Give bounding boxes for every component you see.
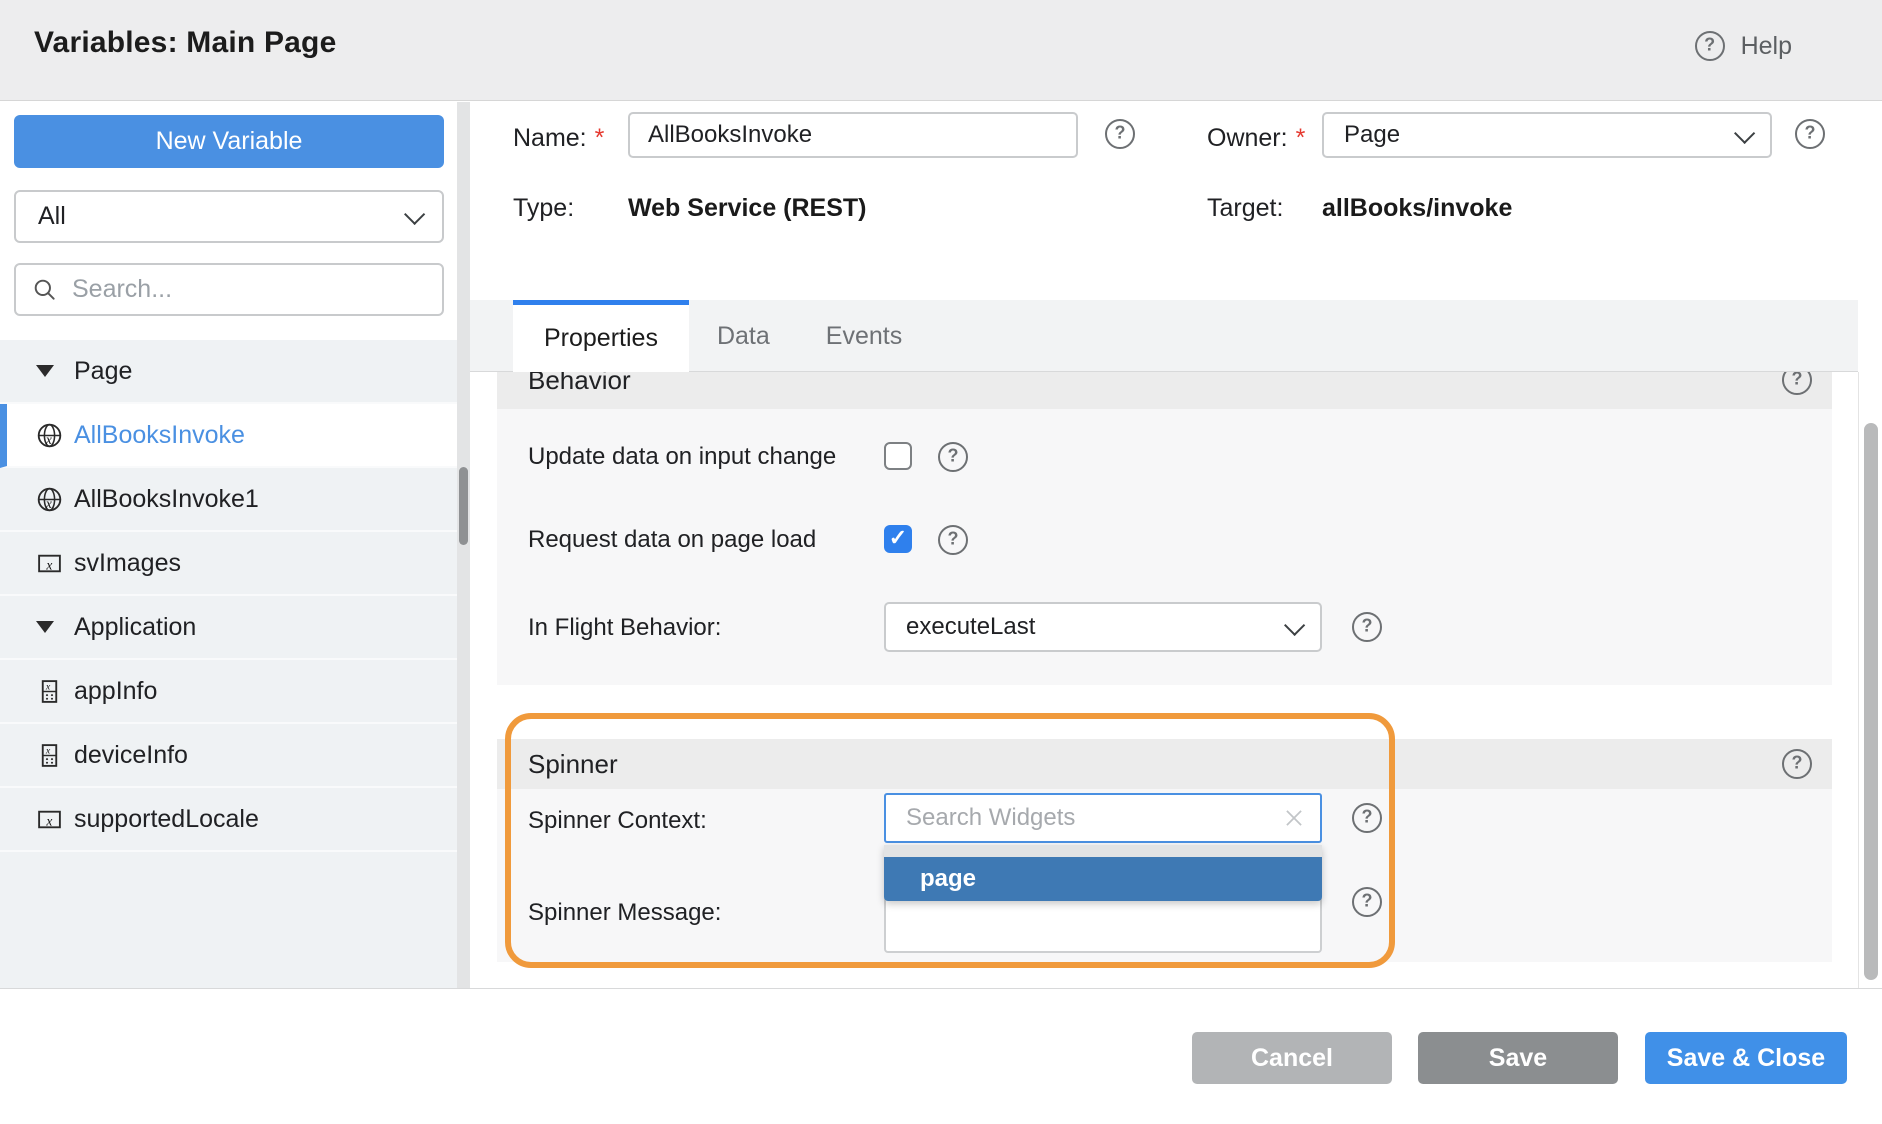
search-icon	[32, 277, 58, 303]
owner-select[interactable]: Page	[1322, 112, 1772, 158]
required-asterisk: *	[1296, 124, 1306, 152]
name-input[interactable]	[628, 112, 1078, 158]
new-variable-button[interactable]: New Variable	[14, 115, 444, 168]
in-flight-behavior-help-icon[interactable]	[1352, 612, 1382, 642]
triangle-down-icon	[36, 621, 54, 633]
tab-events[interactable]: Events	[798, 300, 930, 372]
static-variable-icon: x	[36, 550, 74, 577]
svg-text:x: x	[45, 495, 52, 510]
chevron-down-icon	[1734, 122, 1755, 143]
behavior-section-header: Behavior	[497, 372, 1832, 409]
dialog-header: Variables: Main Page Help	[0, 0, 1882, 101]
behavior-section-title: Behavior	[497, 372, 1832, 409]
tree-item-supportedlocale[interactable]: x supportedLocale	[0, 788, 457, 852]
svg-text:x: x	[45, 557, 52, 572]
spinner-section-header: Spinner	[497, 739, 1832, 789]
spinner-context-help-icon[interactable]	[1352, 803, 1382, 833]
request-on-load-help-icon[interactable]	[938, 525, 968, 555]
in-flight-behavior-select[interactable]: executeLast	[884, 602, 1322, 652]
sidebar-scrollbar[interactable]	[457, 102, 470, 988]
svg-text:x: x	[45, 745, 51, 756]
name-help-icon[interactable]	[1105, 119, 1135, 149]
sidebar-scrollbar-thumb[interactable]	[459, 467, 468, 545]
svg-text:x: x	[45, 431, 52, 446]
help-icon	[1695, 31, 1725, 61]
tree-group-page[interactable]: Page	[0, 340, 457, 404]
cancel-button[interactable]: Cancel	[1192, 1032, 1392, 1084]
spinner-context-input[interactable]	[904, 803, 1282, 833]
app-variable-icon: x	[36, 678, 74, 705]
target-value: allBooks/invoke	[1322, 194, 1512, 223]
tree-item-appinfo[interactable]: x appInfo	[0, 660, 457, 724]
svg-text:x: x	[45, 681, 51, 692]
tab-data[interactable]: Data	[689, 300, 798, 372]
spinner-context-label: Spinner Context:	[528, 807, 707, 835]
variable-tree: Page x AllBooksInvoke x AllBooksInvoke1 …	[0, 340, 457, 988]
svg-text:x: x	[45, 813, 52, 828]
tree-item-allbooksinvoke[interactable]: x AllBooksInvoke	[0, 404, 457, 468]
spinner-message-help-icon[interactable]	[1352, 887, 1382, 917]
tab-properties[interactable]: Properties	[513, 300, 689, 372]
spinner-section-title: Spinner	[497, 739, 1832, 789]
spinner-message-input[interactable]	[884, 895, 1322, 953]
update-on-input-checkbox[interactable]	[884, 442, 912, 470]
in-flight-behavior-value: executeLast	[906, 613, 1285, 641]
request-on-load-label: Request data on page load	[528, 526, 816, 554]
triangle-down-icon	[36, 365, 54, 377]
update-on-input-label: Update data on input change	[528, 443, 836, 471]
required-asterisk: *	[595, 124, 605, 152]
behavior-section-body: Update data on input change Request data…	[497, 409, 1832, 685]
search-input[interactable]	[70, 274, 426, 305]
save-and-close-button[interactable]: Save & Close	[1645, 1032, 1847, 1084]
variables-sidebar: New Variable All Page x AllBooksInvoke x…	[0, 102, 457, 988]
clear-icon[interactable]	[1282, 806, 1306, 830]
page-title: Variables: Main Page	[34, 26, 336, 60]
spinner-context-dropdown: page	[884, 845, 1322, 901]
tree-item-deviceinfo[interactable]: x deviceInfo	[0, 724, 457, 788]
editor-tabs: Properties Data Events	[470, 300, 1858, 372]
type-value: Web Service (REST)	[628, 194, 867, 223]
save-button[interactable]: Save	[1418, 1032, 1618, 1084]
behavior-section: Behavior Update data on input change Req…	[497, 372, 1832, 685]
variable-search	[14, 263, 444, 316]
properties-content: Behavior Update data on input change Req…	[470, 372, 1858, 988]
help-label: Help	[1741, 32, 1792, 61]
main-scrollbar-thumb[interactable]	[1864, 423, 1878, 980]
main-scrollbar[interactable]	[1858, 372, 1882, 988]
spinner-section: Spinner Spinner Context: page Spinner Me…	[497, 739, 1832, 962]
help-button[interactable]: Help	[1695, 31, 1792, 61]
dialog-footer: Cancel Save Save & Close	[0, 989, 1882, 1124]
tree-group-application[interactable]: Application	[0, 596, 457, 660]
app-variable-icon: x	[36, 742, 74, 769]
dropdown-option-page[interactable]: page	[884, 857, 1322, 901]
spinner-message-label: Spinner Message:	[528, 899, 721, 927]
spinner-help-icon[interactable]	[1782, 749, 1812, 779]
in-flight-behavior-label: In Flight Behavior:	[528, 614, 721, 642]
web-service-variable-icon: x	[36, 486, 74, 513]
web-service-variable-icon: x	[36, 422, 74, 449]
name-label: Name:*	[513, 124, 604, 153]
tree-item-allbooksinvoke1[interactable]: x AllBooksInvoke1	[0, 468, 457, 532]
spinner-context-combobox	[884, 793, 1322, 843]
variable-filter-select[interactable]: All	[14, 190, 444, 243]
dropdown-top-strip	[884, 845, 1322, 857]
owner-help-icon[interactable]	[1795, 119, 1825, 149]
owner-value: Page	[1344, 121, 1735, 149]
variable-filter-value: All	[38, 202, 405, 231]
chevron-down-icon	[404, 204, 425, 225]
spinner-section-body: Spinner Context: page Spinner Message:	[497, 789, 1832, 962]
owner-label: Owner:*	[1207, 124, 1305, 153]
static-variable-icon: x	[36, 806, 74, 833]
tree-item-svimages[interactable]: x svImages	[0, 532, 457, 596]
request-on-load-checkbox[interactable]	[884, 525, 912, 553]
variable-editor-panel: Name:* Owner:* Page Type: Web Service (R…	[470, 102, 1858, 988]
target-label: Target:	[1207, 194, 1283, 223]
update-on-input-help-icon[interactable]	[938, 442, 968, 472]
chevron-down-icon	[1284, 614, 1305, 635]
type-label: Type:	[513, 194, 574, 223]
